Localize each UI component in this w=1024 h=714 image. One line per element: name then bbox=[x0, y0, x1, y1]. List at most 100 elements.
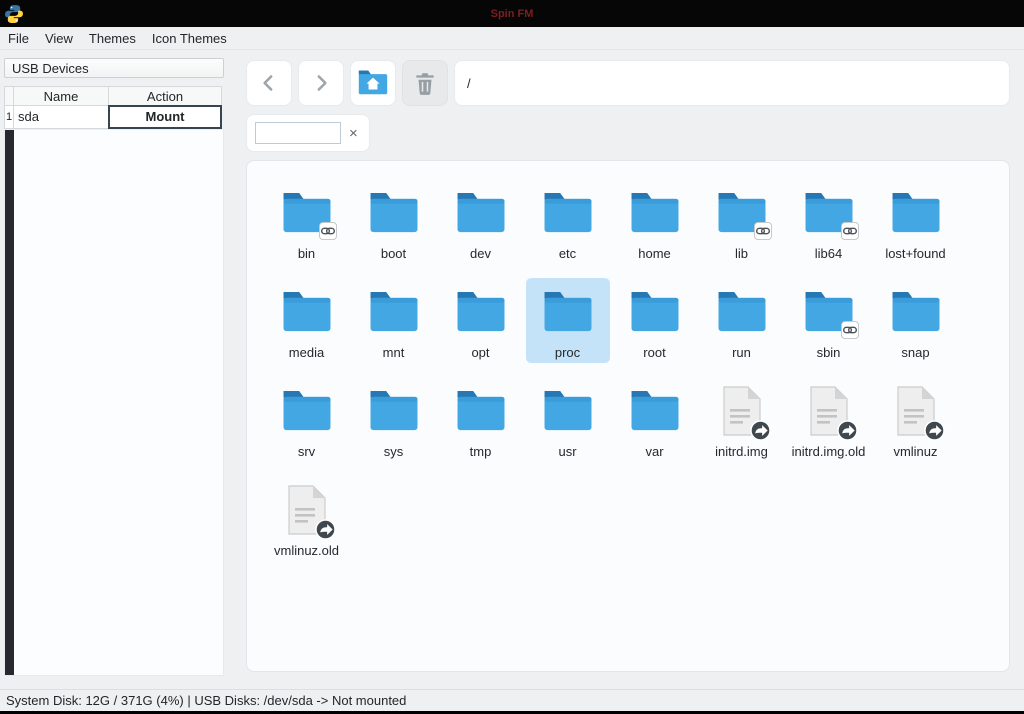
file-item[interactable]: proc bbox=[526, 278, 610, 363]
file-item-label: proc bbox=[555, 345, 580, 360]
file-item-icon bbox=[624, 381, 686, 441]
path-field[interactable]: / bbox=[454, 60, 1010, 106]
file-item-icon bbox=[537, 381, 599, 441]
file-item[interactable]: tmp bbox=[439, 377, 523, 462]
file-item[interactable]: sys bbox=[352, 377, 436, 462]
menu-file[interactable]: File bbox=[8, 31, 38, 46]
file-item-icon bbox=[798, 183, 860, 243]
devices-table-empty-area bbox=[4, 130, 224, 676]
device-name-cell[interactable]: sda bbox=[13, 105, 109, 129]
folder-icon bbox=[367, 191, 421, 236]
row-header-strip bbox=[5, 130, 14, 675]
home-button[interactable] bbox=[350, 60, 396, 106]
devices-table: Name Action 1 sda Mount bbox=[4, 86, 224, 129]
file-item-icon bbox=[798, 282, 860, 342]
file-item-label: etc bbox=[559, 246, 576, 261]
file-item[interactable]: usr bbox=[526, 377, 610, 462]
file-item-label: media bbox=[289, 345, 324, 360]
file-item-icon bbox=[363, 381, 425, 441]
file-item-label: lib64 bbox=[815, 246, 842, 261]
status-text: System Disk: 12G / 371G (4%) | USB Disks… bbox=[6, 693, 406, 708]
file-item-icon bbox=[276, 282, 338, 342]
trash-icon bbox=[412, 70, 438, 96]
file-item-icon bbox=[885, 183, 947, 243]
file-item-label: lib bbox=[735, 246, 748, 261]
file-item-label: home bbox=[638, 246, 671, 261]
file-item[interactable]: vmlinuz.old bbox=[265, 476, 349, 561]
file-item-icon bbox=[276, 480, 338, 540]
mount-button[interactable]: Mount bbox=[108, 105, 222, 129]
file-item[interactable]: lib bbox=[700, 179, 784, 264]
file-item-icon bbox=[363, 183, 425, 243]
file-item[interactable]: var bbox=[613, 377, 697, 462]
back-button[interactable] bbox=[246, 60, 292, 106]
link-emblem-icon bbox=[319, 222, 337, 240]
file-item[interactable]: home bbox=[613, 179, 697, 264]
file-item-icon bbox=[624, 183, 686, 243]
symlink-emblem-icon bbox=[750, 420, 771, 441]
menu-view[interactable]: View bbox=[45, 31, 82, 46]
file-item[interactable]: lib64 bbox=[787, 179, 871, 264]
search-frame: × bbox=[246, 114, 370, 152]
file-item[interactable]: run bbox=[700, 278, 784, 363]
file-item-label: opt bbox=[471, 345, 489, 360]
file-item[interactable]: srv bbox=[265, 377, 349, 462]
title-bar: Spin FM bbox=[0, 0, 1024, 27]
folder-icon bbox=[367, 290, 421, 335]
usb-devices-header: USB Devices bbox=[4, 58, 224, 78]
chevron-left-icon bbox=[256, 70, 282, 96]
file-item[interactable]: root bbox=[613, 278, 697, 363]
file-item-icon bbox=[450, 282, 512, 342]
file-item[interactable]: media bbox=[265, 278, 349, 363]
file-item-icon bbox=[885, 282, 947, 342]
devices-table-header: Name Action bbox=[4, 86, 224, 106]
clear-search-button[interactable]: × bbox=[349, 126, 358, 141]
file-item-icon bbox=[624, 282, 686, 342]
symlink-emblem-icon bbox=[837, 420, 858, 441]
file-item-icon bbox=[798, 381, 860, 441]
usb-devices-panel: USB Devices Name Action 1 sda Mount bbox=[4, 58, 224, 676]
folder-icon bbox=[628, 191, 682, 236]
folder-icon bbox=[280, 389, 334, 434]
menu-bar: File View Themes Icon Themes bbox=[0, 27, 1024, 50]
file-item-label: usr bbox=[558, 444, 576, 459]
file-item-icon bbox=[711, 183, 773, 243]
file-item[interactable]: etc bbox=[526, 179, 610, 264]
link-emblem-icon bbox=[841, 222, 859, 240]
file-grid: bin boot bbox=[247, 161, 1009, 561]
file-item-label: vmlinuz.old bbox=[274, 543, 339, 558]
file-item[interactable]: mnt bbox=[352, 278, 436, 363]
search-input[interactable] bbox=[255, 122, 341, 144]
folder-icon bbox=[367, 389, 421, 434]
file-item[interactable]: bin bbox=[265, 179, 349, 264]
window-title: Spin FM bbox=[0, 8, 1024, 20]
menu-themes[interactable]: Themes bbox=[89, 31, 145, 46]
file-item-label: boot bbox=[381, 246, 406, 261]
column-header-action[interactable]: Action bbox=[108, 86, 222, 106]
folder-icon bbox=[280, 290, 334, 335]
file-item[interactable]: opt bbox=[439, 278, 523, 363]
file-item[interactable]: initrd.img.old bbox=[787, 377, 871, 462]
symlink-emblem-icon bbox=[924, 420, 945, 441]
file-item[interactable]: boot bbox=[352, 179, 436, 264]
folder-icon bbox=[541, 389, 595, 434]
trash-button[interactable] bbox=[402, 60, 448, 106]
file-item[interactable]: snap bbox=[874, 278, 958, 363]
file-item[interactable]: initrd.img bbox=[700, 377, 784, 462]
folder-icon bbox=[889, 290, 943, 335]
file-item[interactable]: sbin bbox=[787, 278, 871, 363]
file-item-label: bin bbox=[298, 246, 315, 261]
file-item-label: var bbox=[645, 444, 663, 459]
file-item[interactable]: vmlinuz bbox=[874, 377, 958, 462]
folder-icon bbox=[454, 191, 508, 236]
forward-button[interactable] bbox=[298, 60, 344, 106]
file-item[interactable]: lost+found bbox=[874, 179, 958, 264]
file-item-label: tmp bbox=[470, 444, 492, 459]
column-header-name[interactable]: Name bbox=[13, 86, 109, 106]
file-item-icon bbox=[537, 183, 599, 243]
menu-icon-themes[interactable]: Icon Themes bbox=[152, 31, 236, 46]
file-item-label: dev bbox=[470, 246, 491, 261]
file-item-icon bbox=[450, 381, 512, 441]
file-item[interactable]: dev bbox=[439, 179, 523, 264]
status-bar: System Disk: 12G / 371G (4%) | USB Disks… bbox=[0, 689, 1024, 711]
